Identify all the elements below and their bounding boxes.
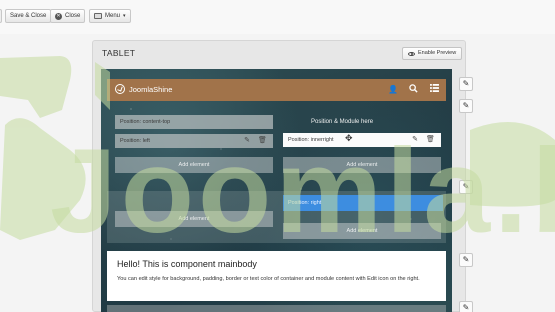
position-content-top-label: Position: content-top [120,119,171,125]
module-placeholder-text: Position & Module here [311,119,374,125]
edit-icon: ✎ [462,101,470,110]
tablet-panel: TABLET Enable Preview JoomlaShine 👤 Posi… [92,40,466,312]
add-element-button[interactable]: Add element [283,157,441,173]
menu-button[interactable]: Menu ▾ [89,9,131,23]
save-button-partial[interactable] [0,9,2,23]
position-right-label: Position: right [288,200,322,206]
panel-title: TABLET [102,48,136,58]
add-element-button[interactable]: Add element [115,157,273,173]
layout-row-bottom [107,305,446,312]
joomlashine-logo-icon [115,84,125,94]
add-element-button[interactable]: Add element [283,223,441,239]
save-close-button[interactable]: Save & Close [5,9,52,23]
close-icon: ✕ [55,12,62,20]
position-content-top[interactable]: Position: content-top [115,115,273,129]
edit-icon: ✎ [462,255,470,264]
user-icon[interactable]: 👤 [386,84,400,96]
brand: JoomlaShine [115,84,172,94]
enable-preview-button[interactable]: Enable Preview [402,47,463,60]
eye-icon [408,51,415,56]
move-cursor-icon: ✥ [345,133,353,143]
edit-row-button[interactable]: ✎ [459,77,473,91]
brand-name: JoomlaShine [129,84,173,94]
site-navbar[interactable]: JoomlaShine 👤 [107,79,446,101]
menu-label: Menu [105,13,121,19]
position-innerright-label: Position: innerright [288,137,334,143]
toolbar: Save & Close ✕ Close Menu ▾ [0,0,555,34]
component-mainbody[interactable]: Hello! This is component mainbody You ca… [107,251,446,301]
close-button[interactable]: ✕ Close [50,9,86,23]
edit-row-button[interactable]: ✎ [459,253,473,267]
caret-down-icon: ▾ [123,13,126,19]
close-label: Close [65,13,81,19]
edit-icon: ✎ [462,79,470,88]
enable-preview-label: Enable Preview [418,50,457,56]
position-innerright[interactable]: Position: innerright ✎ 🗑 [283,133,441,147]
save-close-label: Save & Close [10,13,47,19]
position-left-label: Position: left [120,138,150,144]
mainbody-title: Hello! This is component mainbody [117,259,257,269]
edit-row-button[interactable]: ✎ [459,301,473,312]
edit-icon: ✎ [462,303,470,312]
edit-icon[interactable]: ✎ [243,137,251,145]
edit-icon[interactable]: ✎ [411,136,419,144]
layout-stage: JoomlaShine 👤 Position: content-top Posi… [101,69,452,312]
trash-icon[interactable]: 🗑 [426,136,435,144]
edit-icon: ✎ [462,182,470,191]
add-element-button[interactable]: Add element [115,211,273,227]
edit-row-button[interactable]: ✎ [459,180,473,194]
list-icon[interactable] [427,84,441,96]
mainbody-description: You can edit style for background, paddi… [117,276,420,282]
search-icon[interactable] [406,84,420,96]
position-right[interactable]: Position: right [283,195,443,211]
menu-icon [94,13,102,19]
position-left[interactable]: Position: left ✎ 🗑 [115,134,273,148]
edit-row-button[interactable]: ✎ [459,99,473,113]
trash-icon[interactable]: 🗑 [258,137,267,145]
